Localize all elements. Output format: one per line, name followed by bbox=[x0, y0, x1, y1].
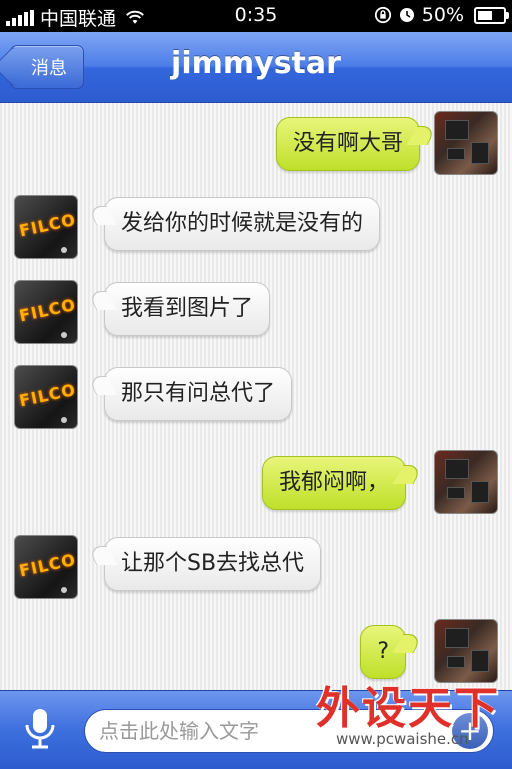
back-arrow-icon bbox=[0, 45, 35, 88]
status-bar: 中国联通 0:35 50% bbox=[0, 0, 512, 32]
chat-area[interactable]: 没有啊大哥 FILCO 发给你的时候就是没有的 FILCO 我看到图片了 FIL… bbox=[0, 103, 512, 690]
battery-icon bbox=[474, 6, 509, 24]
back-button-label: 消息 bbox=[31, 58, 67, 79]
message-bubble-incoming[interactable]: 发给你的时候就是没有的 bbox=[104, 197, 381, 251]
my-avatar[interactable] bbox=[434, 619, 498, 683]
signal-strength-icon bbox=[6, 9, 34, 26]
message-bubble-outgoing[interactable]: ? bbox=[360, 625, 406, 679]
add-attachment-button[interactable]: + bbox=[452, 713, 488, 749]
contact-avatar[interactable]: FILCO bbox=[14, 280, 78, 344]
my-avatar[interactable] bbox=[434, 111, 498, 175]
wifi-icon bbox=[126, 9, 144, 27]
message-bubble-incoming[interactable]: 我看到图片了 bbox=[104, 282, 271, 336]
filco-logo: FILCO bbox=[17, 294, 78, 326]
back-button[interactable]: 消息 bbox=[0, 45, 84, 89]
contact-avatar[interactable]: FILCO bbox=[14, 535, 78, 599]
battery-percent: 50% bbox=[421, 4, 464, 26]
input-bar: + bbox=[0, 690, 512, 769]
filco-logo: FILCO bbox=[17, 549, 78, 581]
message-bubble-incoming[interactable]: 那只有问总代了 bbox=[104, 367, 293, 421]
contact-avatar[interactable]: FILCO bbox=[14, 365, 78, 429]
nav-bar: 消息 jimmystar bbox=[0, 32, 512, 103]
microphone-icon[interactable] bbox=[16, 705, 64, 753]
contact-avatar[interactable]: FILCO bbox=[14, 195, 78, 259]
alarm-clock-icon bbox=[398, 6, 416, 24]
my-avatar[interactable] bbox=[434, 450, 498, 514]
message-bubble-outgoing[interactable]: 我郁闷啊， bbox=[261, 456, 406, 510]
message-bubble-outgoing[interactable]: 没有啊大哥 bbox=[275, 117, 420, 171]
message-input[interactable] bbox=[84, 709, 494, 753]
message-bubble-incoming[interactable]: 让那个SB去找总代 bbox=[104, 537, 322, 591]
rotation-lock-icon bbox=[374, 6, 392, 24]
filco-logo: FILCO bbox=[17, 379, 78, 411]
filco-logo: FILCO bbox=[17, 209, 78, 241]
carrier-name: 中国联通 bbox=[40, 8, 117, 30]
